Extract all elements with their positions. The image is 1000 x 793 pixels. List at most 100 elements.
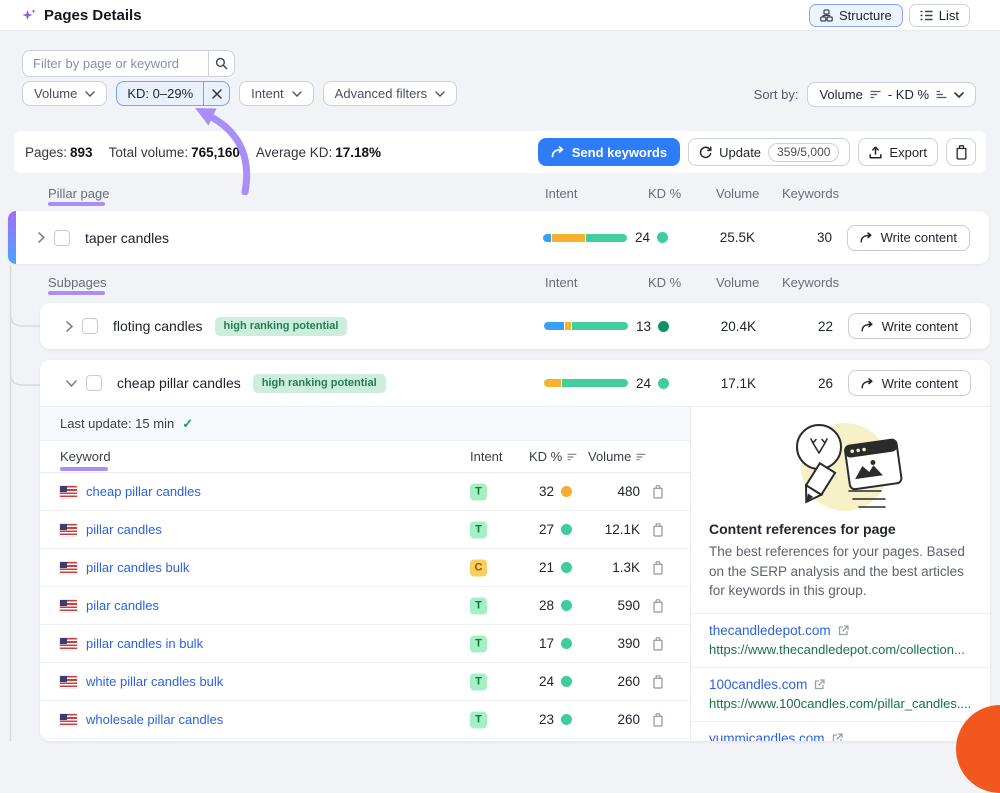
intent-column-header: Intent [470,449,503,464]
write-content-button[interactable]: Write content [848,370,971,396]
close-icon [212,89,222,99]
keyword-link[interactable]: cheap pillar candles [86,484,201,499]
send-keywords-button[interactable]: Send keywords [538,138,680,166]
us-flag-icon [60,638,77,650]
kd-dot [561,524,572,535]
keyword-link[interactable]: wholesale pillar candles [86,712,223,727]
keyword-row: wholesale pillar candles T 23 260 [40,701,690,739]
volume-column-header[interactable]: Volume [588,449,646,464]
intent-badge: C [470,559,487,576]
list-view-button[interactable]: List [909,4,970,27]
keywords-cell: 22 [771,303,833,349]
kd-column-header[interactable]: KD % [529,449,577,464]
expand-chevron-right-icon[interactable] [66,321,73,332]
reference-item: thecandledepot.com https://www.thecandle… [691,614,990,668]
sort-by-dropdown[interactable]: Volume - KD % [807,82,976,107]
delete-keyword-button[interactable] [652,523,664,537]
view-toggle: Structure List [809,4,970,27]
kd-cell: 28 [498,587,572,624]
delete-keyword-button[interactable] [652,637,664,651]
filter-chips: Volume KD: 0–29% Intent Advanced filters [22,81,457,106]
row-checkbox[interactable] [54,230,70,246]
keyword-table-panel: Last update: 15 min ✓ Keyword Intent KD … [40,407,690,741]
export-button[interactable]: Export [858,138,938,166]
keywords-cell: 26 [771,360,833,406]
us-flag-icon [60,676,77,688]
structure-view-button[interactable]: Structure [809,4,903,27]
sort-by: Sort by: Volume - KD % [754,82,976,107]
kd-cell: 23 [498,701,572,738]
reference-url[interactable]: https://www.thecandledepot.com/collectio… [709,642,972,657]
top-bar: Pages Details Structure List [0,0,1000,31]
kd-dot [561,486,572,497]
summary-stats: Pages:893 Total volume:765,160 Average K… [25,131,381,173]
reference-domain-link[interactable]: 100candles.com [709,677,972,692]
row-checkbox[interactable] [82,318,98,334]
total-volume-stat: Total volume:765,160 [109,145,240,160]
chevron-down-icon [85,91,95,97]
kd-cell: 32 [498,473,572,510]
delete-keyword-button[interactable] [652,675,664,689]
delete-keyword-button[interactable] [652,561,664,575]
kd-cell: 21 [498,549,572,586]
write-content-button[interactable]: Write content [848,313,971,339]
volume-filter-chip[interactable]: Volume [22,81,107,106]
volume-cell: 590 [580,587,640,624]
write-arrow-icon [860,232,873,243]
search-button[interactable] [208,50,235,77]
chevron-down-icon [435,91,445,97]
summary-card: Pages:893 Total volume:765,160 Average K… [14,131,986,173]
reference-domain-link[interactable]: thecandledepot.com [709,623,972,638]
subpage-row-expanded: cheap pillar candles high ranking potent… [40,360,990,741]
kd-filter-chip[interactable]: KD: 0–29% [116,81,230,106]
write-content-button[interactable]: Write content [847,225,970,251]
expand-chevron-right-icon[interactable] [38,232,45,243]
kd-dot [561,676,572,687]
page-title: Pages Details [22,7,142,24]
reference-item: yummicandles.com [691,722,990,741]
write-arrow-icon [861,378,874,389]
delete-all-button[interactable] [946,138,976,166]
structure-icon [820,9,833,22]
collapse-chevron-down-icon[interactable] [66,380,77,387]
kd-dot [657,232,668,243]
row-checkbox[interactable] [86,375,102,391]
intent-filter-chip[interactable]: Intent [239,81,314,106]
trash-icon [955,145,968,160]
kd-cell: 27 [498,511,572,548]
keyword-link[interactable]: pillar candles bulk [86,560,189,575]
send-arrow-icon [551,146,565,158]
volume-cell: 480 [580,473,640,510]
column-header-keywords: Keywords [782,186,839,201]
kd-cell: 17 [498,625,572,662]
kd-cell: 13 [599,303,669,349]
keyword-link[interactable]: pilar candles [86,598,159,613]
delete-keyword-button[interactable] [652,599,664,613]
sort-desc-icon [870,90,881,99]
column-header-keywords: Keywords [782,275,839,290]
advanced-filters-chip[interactable]: Advanced filters [323,81,458,106]
reference-domain-link[interactable]: yummicandles.com [709,731,972,741]
delete-keyword-button[interactable] [652,485,664,499]
keyword-link[interactable]: white pillar candles bulk [86,674,223,689]
remove-kd-filter-button[interactable] [203,82,229,105]
expanded-detail-panel: Last update: 15 min ✓ Keyword Intent KD … [40,406,990,741]
keyword-link[interactable]: pillar candles in bulk [86,636,203,651]
column-header-kd: KD % [648,275,681,290]
summary-actions: Send keywords Update 359/5,000 Export [538,138,976,166]
search-input[interactable] [22,50,208,77]
kd-dot [561,714,572,725]
keyword-link[interactable]: pillar candles [86,522,162,537]
volume-cell: 260 [580,701,640,738]
keyword-row: pillar candles in bulk T 17 390 [40,625,690,663]
subpage-name: cheap pillar candles [117,375,241,391]
reference-url[interactable]: https://www.100candles.com/pillar_candle… [709,696,972,711]
volume-cell: 17.1K [686,360,756,406]
intent-badge: T [470,673,487,690]
update-button[interactable]: Update 359/5,000 [688,138,850,166]
volume-cell: 20.4K [686,303,756,349]
keyword-row: pilar candles T 28 590 [40,587,690,625]
delete-keyword-button[interactable] [652,713,664,727]
keyword-table-header: Keyword Intent KD % Volume [40,441,690,473]
subpage-row: floting candles high ranking potential 1… [40,303,990,349]
